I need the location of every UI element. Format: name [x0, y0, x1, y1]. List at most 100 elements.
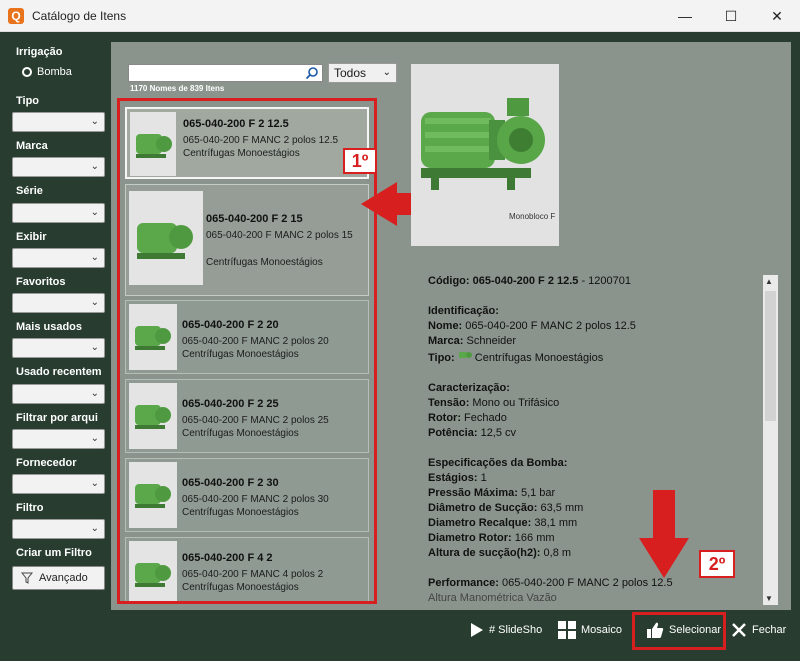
list-item[interactable]: 065-040-200 F 4 2 065-040-200 F MANC 4 p…: [125, 537, 369, 601]
title-bar: Q Catálogo de Itens — ☐ ✕: [0, 0, 800, 32]
succao-value: 63,5 mm: [537, 502, 584, 514]
item-count: 1170 Nomes de 839 Itens: [130, 84, 225, 93]
close-x-icon: [732, 623, 746, 637]
filtro-select[interactable]: ⌄: [12, 519, 105, 539]
filter-label-marca: Marca: [16, 140, 48, 152]
tensao-label: Tensão:: [428, 397, 470, 409]
item-category: Centrífugas Monoestágios: [183, 148, 300, 159]
recalque-value: 38,1 mm: [531, 517, 578, 529]
advanced-filter-button[interactable]: Avançado: [12, 566, 105, 590]
fornecedor-select[interactable]: ⌄: [12, 474, 105, 494]
select-label: Selecionar: [669, 624, 721, 636]
bomba-label: Bomba: [37, 66, 72, 78]
item-description: 065-040-200 F MANC 2 polos 30: [182, 494, 329, 505]
search-icon[interactable]: [305, 66, 319, 80]
slideshow-button[interactable]: # SlideSho: [470, 612, 542, 648]
marca-select[interactable]: ⌄: [12, 157, 105, 177]
window-body: Irrigação Bomba Tipo ⌄ Marca ⌄ Série ⌄ E…: [0, 32, 800, 661]
nome-label: Nome:: [428, 320, 463, 332]
item-category: Centrífugas Monoestágios: [182, 349, 299, 360]
preview-caption: Monobloco F: [509, 212, 556, 221]
pump-thumbnail: [129, 191, 203, 285]
item-code: 065-040-200 F 2 25: [182, 398, 279, 410]
recalque-label: Diametro Recalque:: [428, 517, 532, 529]
item-description: 065-040-200 F MANC 2 polos 15: [206, 230, 353, 241]
caracterizacao-heading: Caracterização:: [428, 382, 510, 394]
pump-thumbnail: [129, 541, 177, 601]
mosaic-button[interactable]: Mosaico: [558, 612, 622, 648]
chevron-down-icon: ⌄: [90, 388, 99, 399]
filtrar-arquivo-select[interactable]: ⌄: [12, 429, 105, 449]
filter-label-filtrar-arquivo: Filtrar por arqui: [16, 412, 98, 424]
list-item[interactable]: 065-040-200 F 2 12.5 065-040-200 F MANC …: [125, 107, 369, 179]
scroll-down-icon[interactable]: ▼: [765, 594, 773, 603]
step-two-badge: 2º: [699, 550, 735, 578]
potencia-label: Potência:: [428, 427, 478, 439]
item-category: Centrífugas Monoestágios: [182, 428, 299, 439]
tipo-label: Tipo:: [428, 352, 455, 364]
codigo-value: - 1200701: [578, 275, 632, 287]
filter-label-serie: Série: [16, 185, 43, 197]
filter-label-fornecedor: Fornecedor: [16, 457, 77, 469]
altura-value: 0,8 m: [540, 547, 572, 559]
scroll-up-icon[interactable]: ▲: [765, 277, 773, 286]
tipo-value: Centrífugas Monoestágios: [471, 352, 604, 364]
chevron-down-icon: ⌄: [382, 67, 391, 78]
close-label: Fechar: [752, 624, 787, 636]
radio-dot-icon: [22, 67, 32, 77]
list-item[interactable]: 065-040-200 F 2 20 065-040-200 F MANC 2 …: [125, 300, 369, 374]
item-description: 065-040-200 F MANC 2 polos 25: [182, 415, 329, 426]
performance-label: Performance:: [428, 577, 499, 589]
app-logo-icon: Q: [8, 7, 24, 24]
pressao-label: Pressão Máxima:: [428, 487, 518, 499]
close-window-button[interactable]: ✕: [754, 0, 800, 32]
altura-label: Altura de sucção(h2):: [428, 547, 541, 559]
scrollbar-thumb[interactable]: [765, 291, 776, 421]
window-title: Catálogo de Itens: [32, 8, 127, 23]
bomba-radio[interactable]: Bomba: [22, 66, 72, 78]
list-item[interactable]: 065-040-200 F 2 30 065-040-200 F MANC 2 …: [125, 458, 369, 532]
chevron-down-icon: ⌄: [90, 297, 99, 308]
advanced-button-label: Avançado: [39, 572, 88, 584]
chevron-down-icon: ⌄: [90, 478, 99, 489]
chevron-down-icon: ⌄: [90, 433, 99, 444]
pump-thumbnail: [129, 462, 177, 528]
list-item[interactable]: 065-040-200 F 2 15 065-040-200 F MANC 2 …: [125, 184, 369, 296]
maximize-button[interactable]: ☐: [708, 0, 754, 32]
filter-label-exibir: Exibir: [16, 231, 47, 243]
usado-recentemente-select[interactable]: ⌄: [12, 384, 105, 404]
filter-label-mais-usados: Mais usados: [16, 321, 83, 333]
item-code: 065-040-200 F 2 12.5: [183, 118, 289, 130]
tipo-select[interactable]: ⌄: [12, 112, 105, 132]
chevron-down-icon: ⌄: [90, 116, 99, 127]
filter-label-usado-recentemente: Usado recentem: [16, 366, 102, 378]
details-scrollbar[interactable]: ▲ ▼: [763, 275, 778, 605]
mais-usados-select[interactable]: ⌄: [12, 338, 105, 358]
item-category: Centrífugas Monoestágios: [182, 507, 299, 518]
close-button[interactable]: Fechar: [731, 612, 786, 648]
exibir-select[interactable]: ⌄: [12, 248, 105, 268]
chevron-down-icon: ⌄: [90, 252, 99, 263]
red-arrow-down-icon: [639, 490, 689, 578]
item-description: 065-040-200 F MANC 2 polos 12.5: [183, 135, 339, 146]
favoritos-select[interactable]: ⌄: [12, 293, 105, 313]
step-one-badge: 1º: [343, 148, 377, 174]
thumbs-up-icon: [647, 622, 664, 638]
search-input[interactable]: [128, 64, 323, 82]
rotor-label: Rotor:: [428, 412, 461, 424]
estagios-label: Estágios:: [428, 472, 478, 484]
select-button[interactable]: Selecionar: [646, 612, 721, 648]
chevron-down-icon: ⌄: [90, 523, 99, 534]
pressao-value: 5,1 bar: [517, 487, 556, 499]
category-filter-select[interactable]: Todos ⌄: [328, 63, 397, 83]
list-item[interactable]: 065-040-200 F 2 25 065-040-200 F MANC 2 …: [125, 379, 369, 453]
filter-label-favoritos: Favoritos: [16, 276, 66, 288]
chevron-down-icon: ⌄: [90, 207, 99, 218]
play-icon: [471, 623, 483, 637]
rotor-value: Fechado: [461, 412, 507, 424]
minimize-button[interactable]: —: [662, 0, 708, 32]
pump-thumbnail: [129, 304, 177, 370]
diametro-rotor-value: 166 mm: [511, 532, 555, 544]
item-list[interactable]: 065-040-200 F 2 12.5 065-040-200 F MANC …: [117, 98, 377, 604]
serie-select[interactable]: ⌄: [12, 203, 105, 223]
